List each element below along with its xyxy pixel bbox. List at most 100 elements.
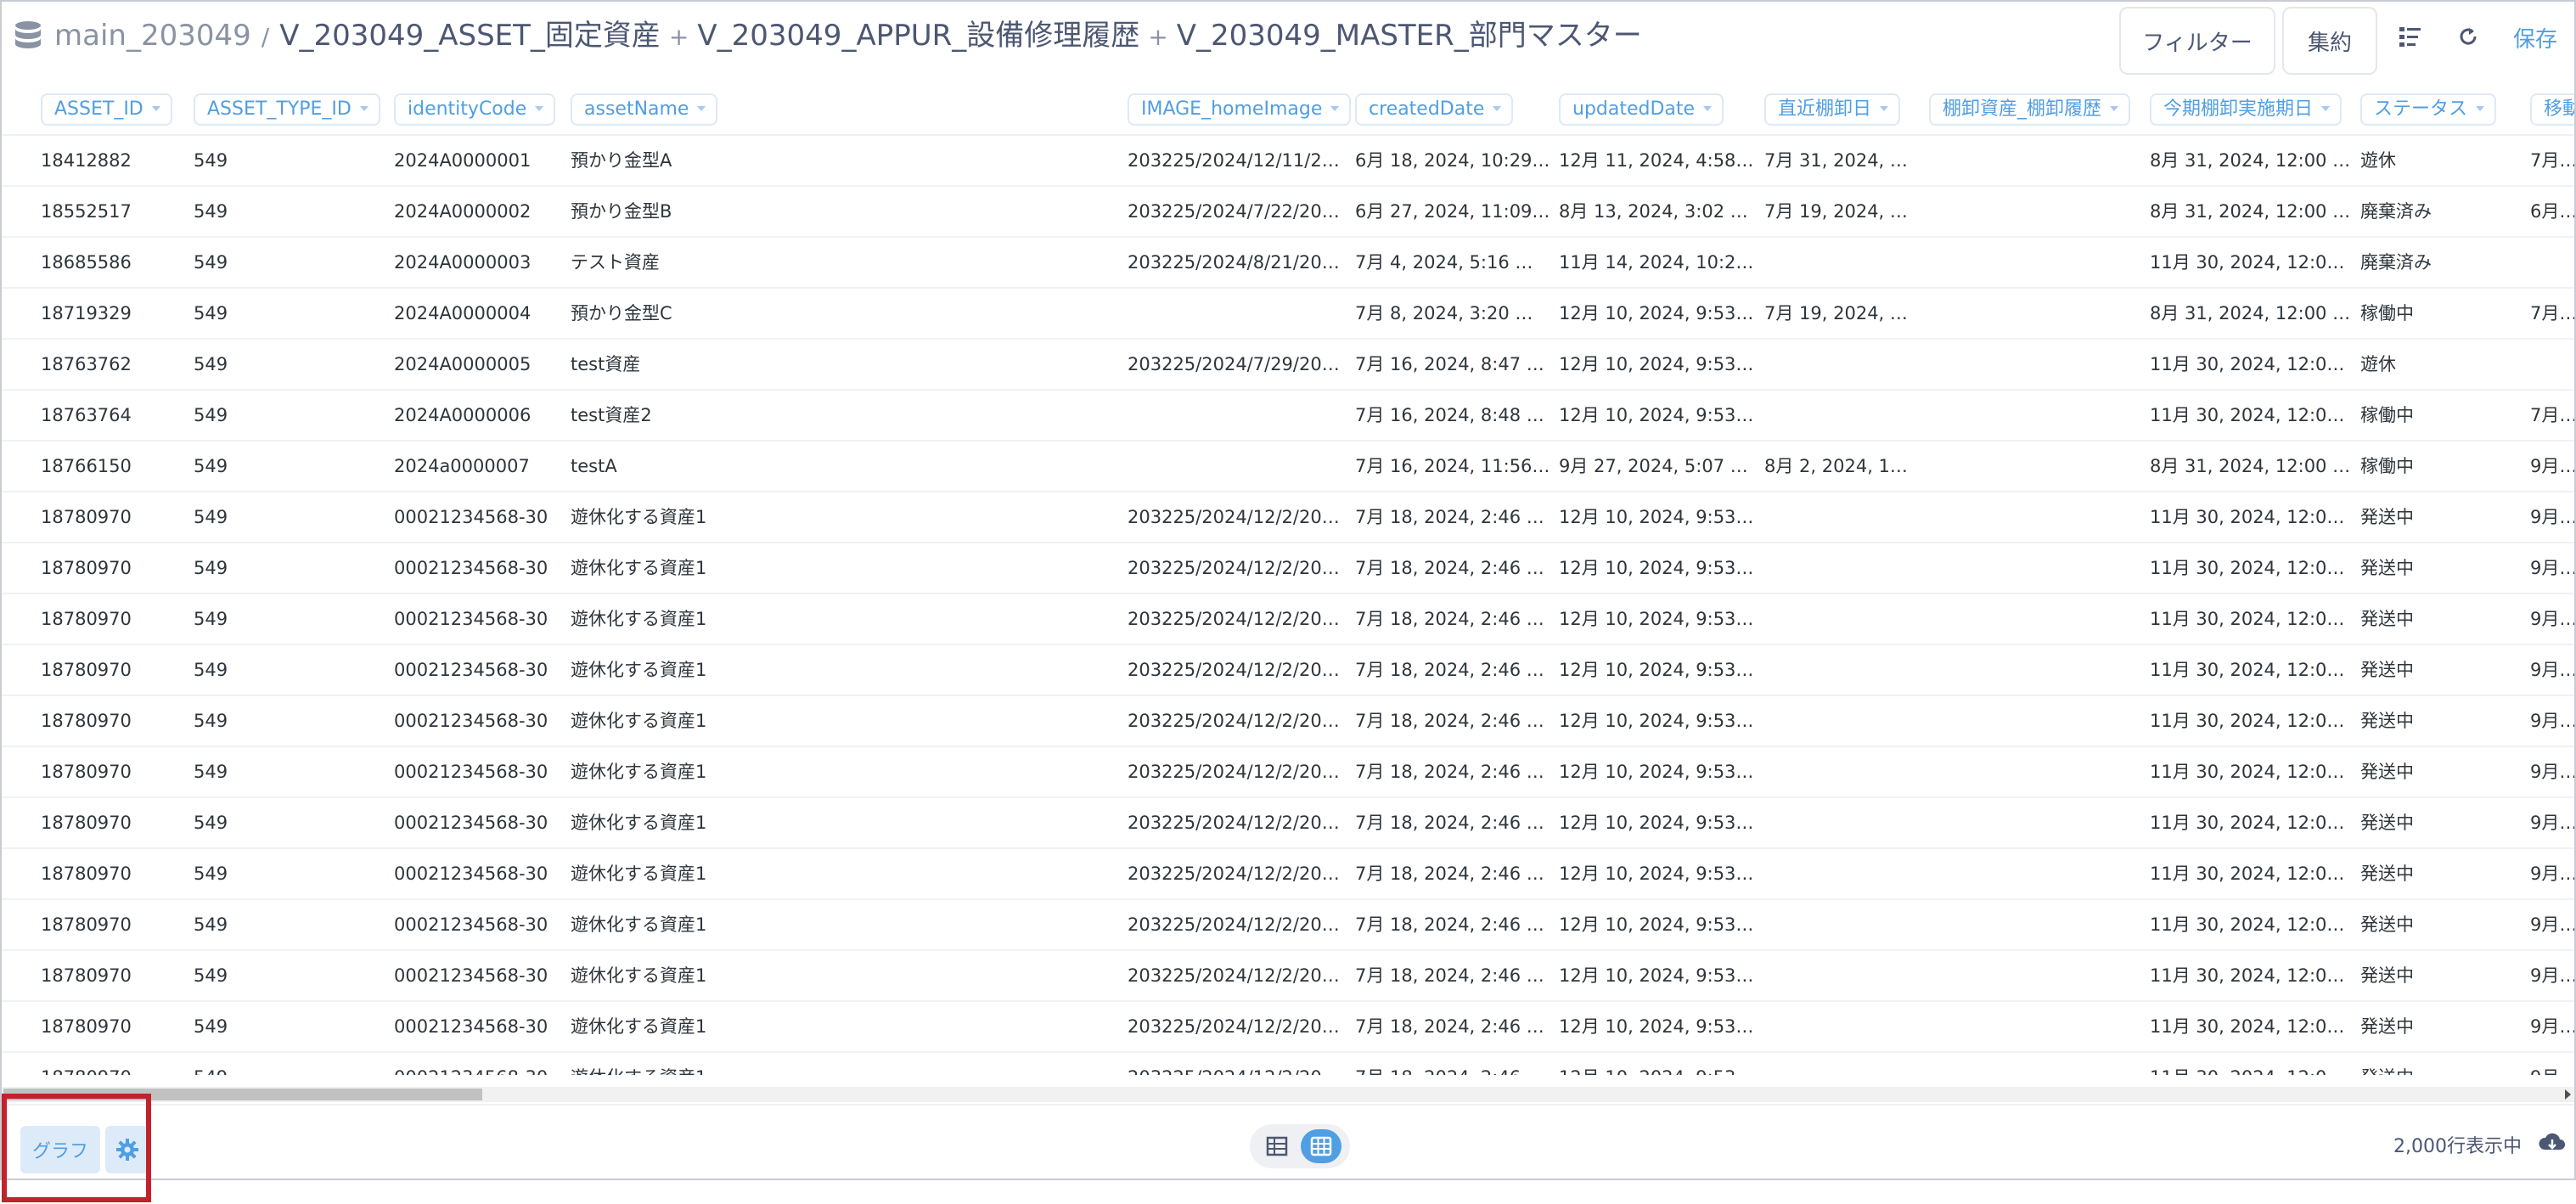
table-row[interactable]: 18412882 549 2024A0000001 預かり金型A 203225/2024…	[2, 136, 2574, 187]
table-name-2[interactable]: V_203049_APPUR_設備修理履歴	[697, 19, 1139, 53]
table-row[interactable]: 18780970 549 00021234568-30 遊休化する資産1 203225/…	[2, 798, 2574, 849]
table-cell-image-home-image: 203225/2024/12/2/202...	[1128, 864, 1340, 884]
table-cell-identity-code: 00021234568-30	[394, 609, 548, 629]
table-row[interactable]: 18780970 549 00021234568-30 遊休化する資産1 203225/…	[2, 696, 2574, 747]
table-cell-latest-inventory-date: 7月 31, 2024, 1...	[1764, 150, 1917, 171]
table-cell-created-date: 7月 18, 2024, 2:46 午後	[1355, 660, 1550, 680]
save-button[interactable]: 保存	[2513, 22, 2557, 53]
table-row[interactable]: 18763762 549 2024A0000005 test資産 203225/2024…	[2, 340, 2574, 391]
table-cell-asset-type-id: 549	[194, 558, 228, 578]
table-cell-image-home-image: 203225/2024/7/22/202...	[1128, 201, 1340, 222]
column-header-asset-type-id[interactable]: ASSET_TYPE_ID	[194, 93, 380, 126]
table-cell-identity-code: 00021234568-30	[394, 558, 548, 578]
table-cell-status: 発送中	[2360, 558, 2414, 578]
table-cell-latest-inventory-date: 7月 19, 2024, 1...	[1764, 303, 1917, 324]
table-row[interactable]: 18552517 549 2024A0000002 預かり金型B 203225/2024…	[2, 187, 2574, 238]
table-row[interactable]: 18780970 549 00021234568-30 遊休化する資産1 203225/…	[2, 1002, 2574, 1053]
column-header-image-home-image[interactable]: IMAGE_homeImage	[1128, 93, 1352, 126]
table-row[interactable]: 18780970 549 00021234568-30 遊休化する資産1 203225/…	[2, 747, 2574, 798]
table-row[interactable]: 18780970 549 00021234568-30 遊休化する資産1 203225/…	[2, 1053, 2574, 1075]
table-name-3[interactable]: V_203049_MASTER_部門マスター	[1177, 19, 1642, 53]
table-row[interactable]: 18780970 549 00021234568-30 遊休化する資産1 203225/…	[2, 645, 2574, 696]
table-row[interactable]: 18780970 549 00021234568-30 遊休化する資産1 203225/…	[2, 492, 2574, 543]
table-cell-updated-date: 12月 10, 2024, 9:53 ...	[1559, 864, 1754, 884]
table-cell-asset-id: 18780970	[41, 1053, 185, 1075]
table-cell-current-inventory-deadline: 11月 30, 2024, 12:00 ...	[2150, 762, 2354, 782]
column-header-created-date[interactable]: createdDate	[1355, 93, 1514, 126]
table-cell-current-inventory-deadline: 11月 30, 2024, 12:00 ...	[2150, 609, 2354, 629]
table-name-1[interactable]: V_203049_ASSET_固定資産	[279, 19, 661, 53]
table-cell-status: 発送中	[2360, 864, 2414, 884]
table-cell-asset-id: 18780970	[41, 609, 132, 629]
table-cell-asset-name: 遊休化する資産1	[571, 507, 707, 527]
column-header-asset-name[interactable]: assetName	[571, 93, 718, 126]
table-cell-asset-name: 遊休化する資産1	[571, 711, 707, 731]
table-cell-created-date: 7月 8, 2024, 3:20 午後	[1355, 303, 1550, 324]
join-plus: +	[668, 23, 689, 51]
table-row[interactable]: 18780970 549 00021234568-30 遊休化する資産1 203225/…	[2, 594, 2574, 645]
table-cell-updated-date: 12月 10, 2024, 9:53 ...	[1559, 558, 1754, 578]
column-header-inventory-history[interactable]: 棚卸資産_棚卸履歴	[1929, 93, 2131, 126]
table-cell-created-date: 6月 27, 2024, 11:09 ...	[1355, 201, 1550, 222]
table-cell-current-inventory-deadline: 11月 30, 2024, 12:00 ...	[2150, 813, 2354, 833]
table-cell-status: 廃棄済み	[2360, 252, 2432, 273]
table-row[interactable]: 18780970 549 00021234568-30 遊休化する資産1 203225/…	[2, 900, 2574, 951]
table-cell-asset-type-id: 549	[194, 813, 228, 833]
table-cell-identity-code: 2024A0000005	[394, 354, 532, 374]
scroll-right-arrow[interactable]	[2565, 1089, 2571, 1100]
table-cell-image-home-image: 203225/2024/8/21/202...	[1128, 252, 1340, 273]
table-cell-current-inventory-deadline: 8月 31, 2024, 12:00 午...	[2150, 150, 2354, 171]
filter-button[interactable]: フィルター	[2119, 7, 2275, 75]
column-header-status[interactable]: ステータス	[2360, 93, 2497, 126]
list-icon[interactable]	[2396, 22, 2425, 51]
summarize-button[interactable]: 集約	[2282, 7, 2377, 75]
database-name[interactable]: main_203049	[54, 19, 251, 53]
table-cell-created-date: 7月 18, 2024, 2:46 午後	[1355, 762, 1550, 782]
column-header-asset-id[interactable]: ASSET_ID	[41, 93, 172, 126]
table-cell-asset-id: 18780970	[41, 660, 132, 680]
table-cell-updated-date: 12月 10, 2024, 9:53 ...	[1559, 914, 1754, 935]
table-cell-asset-type-id: 549	[194, 914, 228, 935]
table-cell-asset-id: 18780970	[41, 1016, 132, 1037]
table-cell-updated-date: 12月 10, 2024, 9:53 ...	[1559, 507, 1754, 527]
column-header-current-inventory-deadline[interactable]: 今期棚卸実施期日	[2150, 93, 2343, 126]
table-cell-move: 9月 2,	[2530, 965, 2574, 986]
table-cell-move: 9月 2,	[2530, 609, 2574, 629]
table-cell-asset-type-id: 549	[194, 201, 228, 222]
table-row[interactable]: 18685586 549 2024A0000003 テスト資産 203225/2024/…	[2, 238, 2574, 289]
table-row[interactable]: 18719329 549 2024A0000004 預かり金型C 7月 8, 2024,…	[2, 289, 2574, 340]
table-cell-status: 発送中	[2360, 660, 2414, 680]
column-header-updated-date[interactable]: updatedDate	[1559, 93, 1724, 126]
refresh-icon[interactable]	[2454, 22, 2483, 51]
download-icon[interactable]	[2537, 1129, 2568, 1156]
table-row[interactable]: 18780970 549 00021234568-30 遊休化する資産1 203225/…	[2, 951, 2574, 1002]
database-icon	[15, 21, 41, 48]
table-cell-asset-type-id: 549	[194, 354, 228, 374]
horizontal-scrollbar[interactable]	[2, 1087, 2574, 1102]
table-cell-asset-name: 遊休化する資産1	[571, 558, 707, 578]
table-cell-image-home-image: 203225/2024/12/2/202...	[1128, 813, 1340, 833]
table-cell-asset-name: 遊休化する資産1	[571, 965, 707, 986]
table-cell-asset-id: 18412882	[41, 150, 132, 171]
table-cell-image-home-image: 203225/2024/12/2/202...	[1128, 711, 1340, 731]
column-header-identity-code[interactable]: identityCode	[394, 93, 556, 126]
table-cell-image-home-image: 203225/2024/12/11/20...	[1128, 150, 1340, 171]
table-cell-created-date: 7月 18, 2024, 2:46 午後	[1355, 965, 1550, 986]
table-cell-identity-code: 00021234568-30	[394, 864, 548, 884]
table-row[interactable]: 18780970 549 00021234568-30 遊休化する資産1 203225/…	[2, 543, 2574, 594]
table-cell-image-home-image: 203225/2024/7/29/202...	[1128, 354, 1340, 374]
table-cell-identity-code: 00021234568-30	[394, 965, 548, 986]
table-cell-created-date: 7月 18, 2024, 2:46 午後	[1355, 507, 1550, 527]
table-cell-status: 遊休	[2360, 150, 2396, 171]
table-row[interactable]: 18763764 549 2024A0000006 test資産2 7月 16, 202…	[2, 391, 2574, 442]
table-icon[interactable]	[1258, 1129, 1296, 1163]
table-cell-move: 9月 2,	[2530, 660, 2574, 680]
column-header-move[interactable]: 移動	[2530, 93, 2574, 126]
table-cell-image-home-image: 203225/2024/12/2/202...	[1128, 965, 1340, 986]
column-header-latest-inventory-date[interactable]: 直近棚卸日	[1764, 93, 1901, 126]
table-row[interactable]: 18766150 549 2024a0000007 testA 7月 16, 2024,…	[2, 442, 2574, 492]
table-row[interactable]: 18780970 549 00021234568-30 遊休化する資産1 203225/…	[2, 849, 2574, 900]
table-cell-updated-date: 12月 11, 2024, 4:58 ...	[1559, 150, 1754, 171]
grid-icon[interactable]	[1301, 1129, 1341, 1163]
table-cell-asset-name: 遊休化する資産1	[571, 609, 707, 629]
